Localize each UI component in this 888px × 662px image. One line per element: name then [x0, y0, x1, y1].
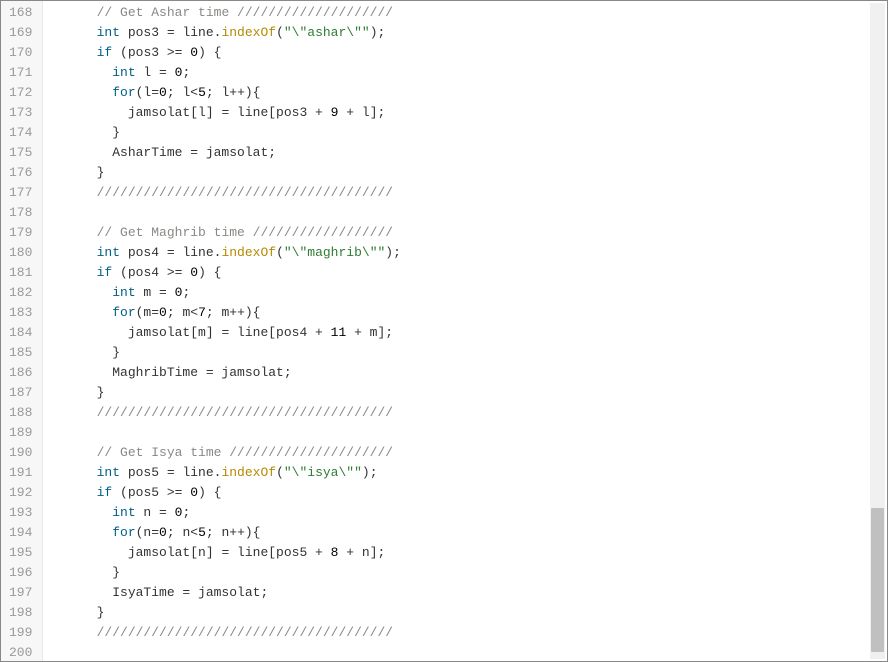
- code-line: jamsolat[n] = line[pos5 + 8 + n];: [65, 543, 887, 563]
- code-line: // Get Ashar time ////////////////////: [65, 3, 887, 23]
- line-number: 178: [9, 203, 32, 223]
- line-number: 190: [9, 443, 32, 463]
- code-line: if (pos3 >= 0) {: [65, 43, 887, 63]
- code-text-area[interactable]: // Get Ashar time //////////////////// i…: [43, 1, 887, 661]
- scrollbar-thumb[interactable]: [871, 508, 884, 652]
- line-number: 182: [9, 283, 32, 303]
- line-number: 173: [9, 103, 32, 123]
- code-line: }: [65, 603, 887, 623]
- code-line: MaghribTime = jamsolat;: [65, 363, 887, 383]
- line-number-gutter: 1681691701711721731741751761771781791801…: [1, 1, 43, 661]
- code-line: }: [65, 563, 887, 583]
- line-number: 177: [9, 183, 32, 203]
- code-line: int m = 0;: [65, 283, 887, 303]
- line-number: 199: [9, 623, 32, 643]
- code-line: int pos3 = line.indexOf("\"ashar\"");: [65, 23, 887, 43]
- line-number: 183: [9, 303, 32, 323]
- code-line: int l = 0;: [65, 63, 887, 83]
- line-number: 185: [9, 343, 32, 363]
- line-number: 198: [9, 603, 32, 623]
- line-number: 196: [9, 563, 32, 583]
- code-line: }: [65, 343, 887, 363]
- code-line: if (pos5 >= 0) {: [65, 483, 887, 503]
- line-number: 170: [9, 43, 32, 63]
- code-line: [65, 643, 887, 661]
- code-line: AsharTime = jamsolat;: [65, 143, 887, 163]
- line-number: 168: [9, 3, 32, 23]
- code-line: int n = 0;: [65, 503, 887, 523]
- code-line: for(m=0; m<7; m++){: [65, 303, 887, 323]
- code-line: //////////////////////////////////////: [65, 623, 887, 643]
- line-number: 194: [9, 523, 32, 543]
- line-number: 174: [9, 123, 32, 143]
- vertical-scrollbar[interactable]: [870, 3, 885, 659]
- code-line: //////////////////////////////////////: [65, 403, 887, 423]
- line-number: 191: [9, 463, 32, 483]
- line-number: 195: [9, 543, 32, 563]
- code-line: int pos5 = line.indexOf("\"isya\"");: [65, 463, 887, 483]
- code-line: // Get Isya time /////////////////////: [65, 443, 887, 463]
- line-number: 172: [9, 83, 32, 103]
- line-number: 189: [9, 423, 32, 443]
- code-line: }: [65, 123, 887, 143]
- line-number: 175: [9, 143, 32, 163]
- code-line: jamsolat[l] = line[pos3 + 9 + l];: [65, 103, 887, 123]
- code-line: for(l=0; l<5; l++){: [65, 83, 887, 103]
- line-number: 181: [9, 263, 32, 283]
- line-number: 186: [9, 363, 32, 383]
- line-number: 184: [9, 323, 32, 343]
- line-number: 176: [9, 163, 32, 183]
- code-line: }: [65, 163, 887, 183]
- code-line: [65, 203, 887, 223]
- code-line: //////////////////////////////////////: [65, 183, 887, 203]
- line-number: 188: [9, 403, 32, 423]
- code-line: // Get Maghrib time //////////////////: [65, 223, 887, 243]
- code-line: jamsolat[m] = line[pos4 + 11 + m];: [65, 323, 887, 343]
- line-number: 180: [9, 243, 32, 263]
- code-line: IsyaTime = jamsolat;: [65, 583, 887, 603]
- line-number: 193: [9, 503, 32, 523]
- code-line: }: [65, 383, 887, 403]
- line-number: 200: [9, 643, 32, 661]
- line-number: 169: [9, 23, 32, 43]
- line-number: 179: [9, 223, 32, 243]
- code-editor[interactable]: 1681691701711721731741751761771781791801…: [1, 1, 887, 661]
- line-number: 192: [9, 483, 32, 503]
- line-number: 197: [9, 583, 32, 603]
- code-line: [65, 423, 887, 443]
- line-number: 187: [9, 383, 32, 403]
- code-line: int pos4 = line.indexOf("\"maghrib\"");: [65, 243, 887, 263]
- code-line: if (pos4 >= 0) {: [65, 263, 887, 283]
- line-number: 171: [9, 63, 32, 83]
- code-line: for(n=0; n<5; n++){: [65, 523, 887, 543]
